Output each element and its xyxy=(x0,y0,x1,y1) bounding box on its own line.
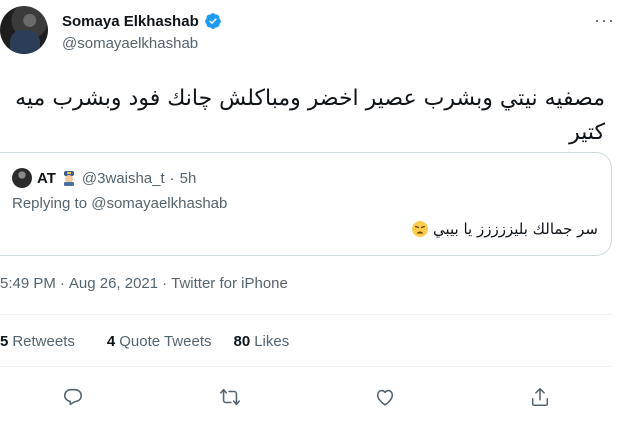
quotes-label: Quote Tweets xyxy=(119,333,212,350)
tweet-time[interactable]: 5:49 PM xyxy=(0,275,56,292)
action-bar xyxy=(0,376,612,416)
divider xyxy=(0,314,612,315)
quoted-time: 5h xyxy=(179,169,197,187)
tweet-text: مصفيه نيتي وبشرب عصير اخضر ومباكلش چانك … xyxy=(15,86,605,145)
quoted-tweet-header: AT @3waisha_t · 5h xyxy=(12,168,196,188)
quoted-author-name: AT xyxy=(37,169,56,187)
author-avatar[interactable] xyxy=(0,6,48,54)
tweet-source[interactable]: Twitter for iPhone xyxy=(171,275,288,292)
quoted-tweet-text-row: سر جمالك بليززززز يا بيبي xyxy=(0,220,598,238)
quoted-author-handle: @3waisha_t xyxy=(81,169,165,187)
like-icon[interactable] xyxy=(374,386,396,408)
likes-count: 80 xyxy=(233,333,251,350)
likes-stat[interactable]: 80 Likes xyxy=(234,333,290,350)
author-handle[interactable]: @somayaelkhashab xyxy=(62,35,198,52)
retweets-count: 5 xyxy=(0,333,9,350)
replying-to: Replying to @somayaelkhashab xyxy=(12,195,228,212)
verified-badge-icon xyxy=(204,13,221,29)
tweet-stats: 5 Retweets 4 Quote Tweets 80 Likes xyxy=(0,333,289,350)
author-name-row: Somaya Elkhashab xyxy=(62,12,222,30)
weary-face-emoji-icon xyxy=(411,221,428,237)
more-horizontal-icon[interactable]: ··· xyxy=(594,10,615,31)
likes-label: Likes xyxy=(254,333,290,350)
pilot-emoji-icon xyxy=(63,171,74,186)
tweet-meta: 5:49 PM · Aug 26, 2021 · Twitter for iPhone xyxy=(0,275,288,292)
quoted-tweet-text: سر جمالك بليززززز يا بيبي xyxy=(432,220,598,238)
share-icon[interactable] xyxy=(529,386,551,408)
author-name[interactable]: Somaya Elkhashab xyxy=(62,13,199,30)
quotes-stat[interactable]: 4 Quote Tweets xyxy=(107,333,212,350)
quotes-count: 4 xyxy=(106,333,116,350)
retweets-label: Retweets xyxy=(12,333,75,350)
retweet-icon[interactable] xyxy=(219,386,241,408)
retweets-stat[interactable]: 5 Retweets xyxy=(0,333,75,350)
tweet-date[interactable]: Aug 26, 2021 xyxy=(69,275,158,292)
reply-icon[interactable] xyxy=(62,386,84,408)
quoted-author-avatar xyxy=(12,168,32,188)
divider xyxy=(0,366,612,367)
quoted-dot: · xyxy=(169,169,175,187)
